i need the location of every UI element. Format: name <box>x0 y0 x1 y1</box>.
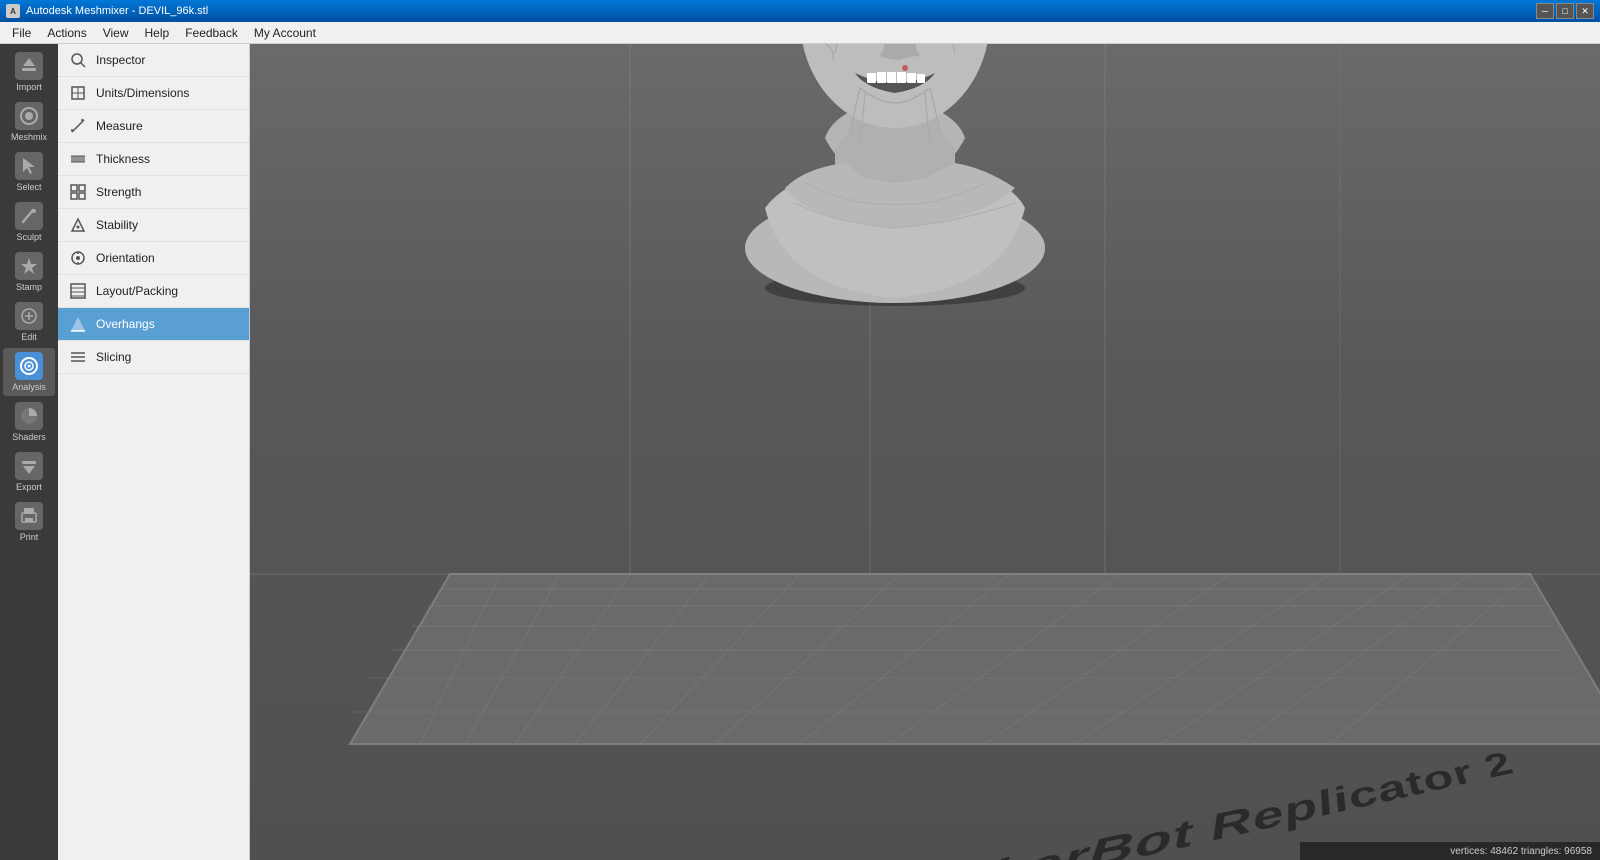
stability-label: Stability <box>96 218 138 232</box>
overhangs-icon <box>68 314 88 334</box>
analysis-stability[interactable]: Stability <box>58 209 249 242</box>
menu-actions[interactable]: Actions <box>39 24 94 42</box>
close-button[interactable]: ✕ <box>1576 3 1594 19</box>
export-icon <box>15 452 43 480</box>
app-logo: A <box>6 4 20 18</box>
titlebar-controls[interactable]: ─ □ ✕ <box>1536 3 1594 19</box>
print-label: Print <box>20 532 39 542</box>
meshmix-icon <box>15 102 43 130</box>
slicing-icon <box>68 347 88 367</box>
layout-icon <box>68 281 88 301</box>
analysis-thickness[interactable]: Thickness <box>58 143 249 176</box>
tool-import[interactable]: Import <box>3 48 55 96</box>
layout-label: Layout/Packing <box>96 284 178 298</box>
statusbar-text: vertices: 48462 triangles: 96958 <box>1450 846 1592 857</box>
minimize-button[interactable]: ─ <box>1536 3 1554 19</box>
units-label: Units/Dimensions <box>96 86 189 100</box>
analysis-strength[interactable]: Strength <box>58 176 249 209</box>
inspector-icon <box>68 50 88 70</box>
strength-label: Strength <box>96 185 141 199</box>
shaders-icon <box>15 402 43 430</box>
3d-viewport[interactable]: MakerBot Replicator 2 vertices: 48462 tr… <box>250 44 1600 860</box>
menu-view[interactable]: View <box>95 24 137 42</box>
slicing-label: Slicing <box>96 350 131 364</box>
units-icon <box>68 83 88 103</box>
analysis-icon <box>15 352 43 380</box>
titlebar-left: A Autodesk Meshmixer - DEVIL_96k.stl <box>6 4 208 18</box>
titlebar: A Autodesk Meshmixer - DEVIL_96k.stl ─ □… <box>0 0 1600 22</box>
tool-sidebar: Import Meshmix Select Sculpt Stamp <box>0 44 58 860</box>
edit-label: Edit <box>21 332 37 342</box>
analysis-overhangs[interactable]: Overhangs <box>58 308 249 341</box>
menu-file[interactable]: File <box>4 24 39 42</box>
tool-meshmix[interactable]: Meshmix <box>3 98 55 146</box>
analysis-label: Analysis <box>12 382 46 392</box>
edit-icon <box>15 302 43 330</box>
import-label: Import <box>16 82 42 92</box>
stability-icon <box>68 215 88 235</box>
select-icon <box>15 152 43 180</box>
menu-feedback[interactable]: Feedback <box>177 24 246 42</box>
analysis-panel: Inspector Units/Dimensions Measure Thick… <box>58 44 250 860</box>
tool-sculpt[interactable]: Sculpt <box>3 198 55 246</box>
sculpt-label: Sculpt <box>16 232 41 242</box>
tool-edit[interactable]: Edit <box>3 298 55 346</box>
overhangs-label: Overhangs <box>96 317 155 331</box>
import-icon <box>15 52 43 80</box>
tool-print[interactable]: Print <box>3 498 55 546</box>
menu-help[interactable]: Help <box>137 24 178 42</box>
devil-model <box>705 44 1085 308</box>
sculpt-icon <box>15 202 43 230</box>
inspector-label: Inspector <box>96 53 145 67</box>
measure-label: Measure <box>96 119 143 133</box>
analysis-inspector[interactable]: Inspector <box>58 44 249 77</box>
orientation-icon <box>68 248 88 268</box>
stamp-icon <box>15 252 43 280</box>
tool-export[interactable]: Export <box>3 448 55 496</box>
strength-icon <box>68 182 88 202</box>
analysis-units[interactable]: Units/Dimensions <box>58 77 249 110</box>
thickness-icon <box>68 149 88 169</box>
print-icon <box>15 502 43 530</box>
menu-account[interactable]: My Account <box>246 24 324 42</box>
meshmix-label: Meshmix <box>11 132 47 142</box>
tool-shaders[interactable]: Shaders <box>3 398 55 446</box>
tool-analysis[interactable]: Analysis <box>3 348 55 396</box>
maximize-button[interactable]: □ <box>1556 3 1574 19</box>
analysis-orientation[interactable]: Orientation <box>58 242 249 275</box>
export-label: Export <box>16 482 42 492</box>
stamp-label: Stamp <box>16 282 42 292</box>
analysis-slicing[interactable]: Slicing <box>58 341 249 374</box>
measure-icon <box>68 116 88 136</box>
statusbar: vertices: 48462 triangles: 96958 <box>1300 842 1600 860</box>
window-title: Autodesk Meshmixer - DEVIL_96k.stl <box>26 5 208 17</box>
thickness-label: Thickness <box>96 152 150 166</box>
shaders-label: Shaders <box>12 432 46 442</box>
tool-stamp[interactable]: Stamp <box>3 248 55 296</box>
tool-select[interactable]: Select <box>3 148 55 196</box>
menubar: File Actions View Help Feedback My Accou… <box>0 22 1600 44</box>
analysis-layout[interactable]: Layout/Packing <box>58 275 249 308</box>
main-area: Import Meshmix Select Sculpt Stamp <box>0 44 1600 860</box>
analysis-measure[interactable]: Measure <box>58 110 249 143</box>
select-label: Select <box>16 182 41 192</box>
orientation-label: Orientation <box>96 251 155 265</box>
